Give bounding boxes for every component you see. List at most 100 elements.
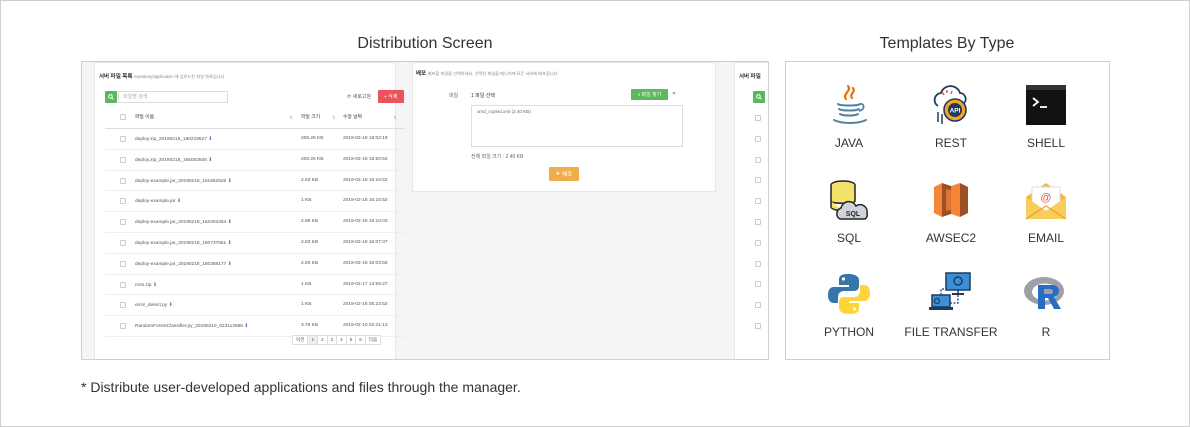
file-name-text: RandomForestClassifier.py_20190210_02311…	[135, 324, 243, 330]
server-file-title: 서버 파일	[739, 72, 761, 80]
file-name-text: deploy.zip_20190218_180219527	[135, 137, 207, 142]
table-row[interactable]: deploy-example.jar_20190218_161003454 ⬇ 2…	[105, 212, 405, 233]
row-checkbox[interactable]	[755, 302, 761, 309]
download-icon[interactable]: ⬇	[169, 302, 173, 308]
delete-button[interactable]: ▪ 삭제	[378, 90, 404, 103]
row-checkbox[interactable]	[755, 323, 761, 329]
download-icon[interactable]: ⬇	[228, 219, 232, 225]
download-icon[interactable]: ⬇	[228, 261, 232, 267]
row-checkbox[interactable]	[120, 281, 126, 288]
file-name-text: deploy-example.jar_20190218_160737861	[135, 241, 227, 246]
page-link[interactable]: 이전	[292, 335, 309, 345]
download-icon[interactable]: ⬇	[177, 198, 181, 204]
file-name[interactable]: deploy-example.jar ⬇	[135, 198, 181, 204]
sort-icon-size[interactable]: ⇅	[332, 116, 336, 121]
column-header-date[interactable]: 수정 날짜	[343, 113, 362, 120]
svg-text:@: @	[1040, 192, 1051, 204]
row-checkbox[interactable]	[120, 136, 126, 142]
refresh-button[interactable]: ⟳ 새로고침	[347, 93, 371, 100]
table-row[interactable]: deploy.zip_20190218_165053506 ⬇ 206.25 KB…	[105, 150, 405, 171]
java-icon	[833, 84, 867, 124]
sort-icon-name[interactable]: ⇅	[289, 116, 293, 121]
table-row[interactable]: error_detect.py ⬇ 1 KB 2019-02-16 05:23:52	[105, 295, 405, 317]
rest-api-icon: API	[933, 85, 967, 124]
file-date: 2019-02-18 16:16:52	[343, 177, 388, 183]
selected-files-box: xmd_copied.xml (2.40 KB)	[471, 105, 683, 147]
table-row[interactable]: deploy-example.jar ⬇ 1 KB 2019-02-18 16:16…	[105, 191, 405, 213]
row-checkbox[interactable]	[120, 198, 126, 205]
row-checkbox[interactable]	[755, 198, 761, 205]
row-checkbox[interactable]	[755, 177, 761, 184]
row-checkbox[interactable]	[120, 260, 126, 267]
row-checkbox[interactable]	[755, 115, 761, 121]
delete-label: 삭제	[388, 94, 398, 100]
select-all-checkbox[interactable]	[120, 114, 126, 120]
row-checkbox[interactable]	[120, 156, 126, 163]
table-row[interactable]: deploy-example.jar_20190218_160737861 ⬇ 2…	[105, 233, 405, 254]
download-icon[interactable]: ⬇	[228, 178, 232, 184]
table-row[interactable]: RandomForestClassifier.py_20190210_02311…	[105, 316, 405, 337]
deploy-button[interactable]: ➤ 배포	[549, 167, 579, 181]
page-link[interactable]: 다음	[364, 335, 382, 345]
file-search-input[interactable]: 파일명 검색	[118, 91, 228, 103]
row-checkbox[interactable]	[755, 135, 761, 142]
file-date: 2019-02-18 16:50:53	[343, 156, 388, 162]
column-header-size[interactable]: 파일 크기	[301, 113, 320, 120]
server-search-button[interactable]	[753, 91, 765, 103]
file-name[interactable]: deploy.zip_20190218_165053506 ⬇	[135, 157, 212, 163]
file-date: 2019-02-16 05:23:52	[343, 302, 388, 308]
table-row[interactable]: mos.zip ⬇ 1 KB 2019-02-17 13:59:27	[105, 275, 405, 296]
row-checkbox[interactable]	[755, 239, 761, 246]
file-name[interactable]: mos.zip ⬇	[135, 282, 157, 288]
row-checkbox[interactable]	[120, 219, 126, 226]
distribution-title: Distribution Screen	[357, 35, 493, 52]
deploy-label: 배포	[562, 172, 573, 178]
trash-icon: ▪	[384, 93, 387, 100]
file-name[interactable]: RandomForestClassifier.py_20190210_02311…	[135, 323, 248, 329]
file-size: 206.25 KB	[301, 156, 324, 162]
find-file-button[interactable]: ⌕ 파일 찾기	[631, 89, 668, 100]
column-header-name[interactable]: 파일 이름	[135, 113, 154, 120]
file-size: 1 KB	[301, 302, 312, 308]
file-size: 2.93 KB	[301, 240, 319, 245]
search-icon: ⌕	[637, 91, 641, 98]
row-checkbox[interactable]	[755, 156, 761, 163]
row-checkbox[interactable]	[755, 219, 761, 225]
file-name-text: deploy.zip_20190218_165053506	[135, 157, 207, 163]
template-label-awsec2: AWSEC2	[925, 231, 977, 245]
search-icon	[108, 94, 114, 100]
file-name[interactable]: deploy-example.jar_20190218_160358177 ⬇	[135, 261, 232, 267]
email-envelope-icon: @	[1025, 183, 1067, 220]
row-checkbox[interactable]	[120, 302, 126, 309]
row-checkbox[interactable]	[755, 281, 761, 288]
template-label-email: EMAIL	[1027, 231, 1064, 245]
row-checkbox[interactable]	[120, 323, 126, 330]
download-icon[interactable]: ⬇	[244, 323, 248, 329]
refresh-icon: ⟳	[347, 94, 352, 100]
search-button[interactable]	[105, 91, 117, 103]
file-name[interactable]: deploy.zip_20190218_180219527 ⬇	[135, 136, 212, 142]
row-checkbox[interactable]	[755, 260, 761, 267]
table-row[interactable]: deploy-example.jar_20190218_161652526 ⬇ 2…	[105, 171, 405, 192]
clear-selection-icon[interactable]: ✕	[672, 91, 676, 97]
file-name-text: deploy-example.jar_20190218_161652526	[135, 178, 227, 184]
table-row[interactable]: deploy-example.jar_20190218_160358177 ⬇ 2…	[105, 254, 405, 275]
file-size: 2.88 KB	[301, 219, 319, 225]
sort-icon-date[interactable]: ⇅	[393, 116, 397, 121]
download-icon[interactable]: ⬇	[208, 157, 212, 163]
file-label: 파일	[449, 93, 459, 99]
r-language-icon	[1024, 277, 1064, 309]
file-name[interactable]: deploy-example.jar_20190218_161652526 ⬇	[135, 178, 232, 184]
file-date: 2019-02-18 16:10:03	[343, 219, 388, 225]
svg-text:API: API	[950, 108, 961, 115]
table-header: 파일 이름 파일 크기 수정 날짜 ⇅ ⇅ ⇅	[105, 107, 405, 129]
download-icon[interactable]: ⬇	[228, 240, 232, 246]
file-name[interactable]: error_detect.py ⬇	[135, 302, 173, 308]
file-name[interactable]: deploy-example.jar_20190218_161003454 ⬇	[135, 219, 232, 225]
table-row[interactable]: deploy.zip_20190218_180219527 ⬇ 206.28 KB…	[105, 129, 405, 150]
download-icon[interactable]: ⬇	[153, 282, 157, 288]
download-icon[interactable]: ⬇	[208, 136, 212, 142]
row-checkbox[interactable]	[120, 240, 126, 246]
file-name[interactable]: deploy-example.jar_20190218_160737861 ⬇	[135, 240, 232, 246]
row-checkbox[interactable]	[120, 177, 126, 184]
